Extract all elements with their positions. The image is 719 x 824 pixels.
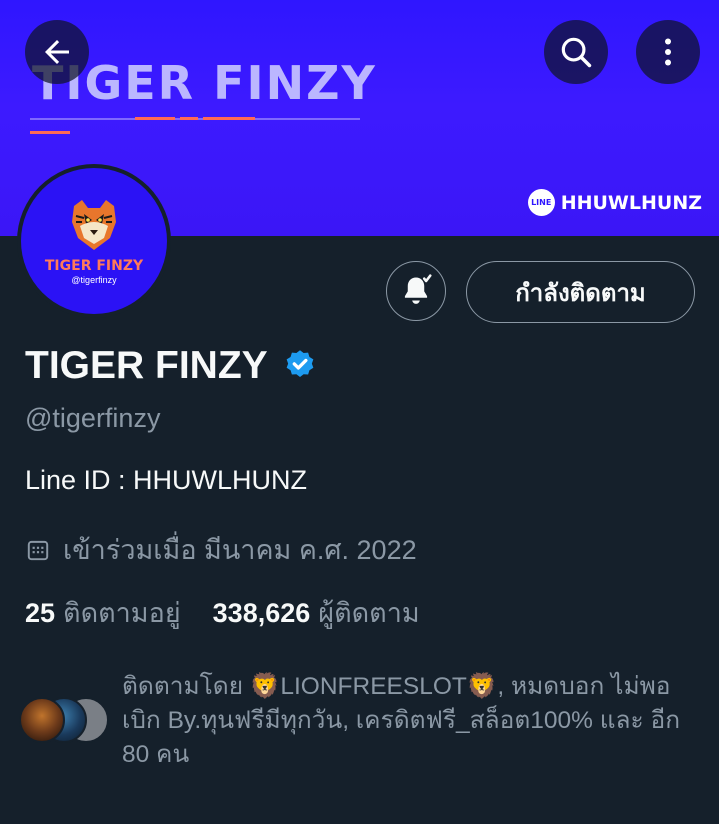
banner-dash <box>135 117 175 120</box>
profile-display-name: TIGER FINZY <box>25 344 318 388</box>
avatar-image: TIGER FINZY @tigerfinzy <box>21 168 167 314</box>
profile-avatar[interactable]: TIGER FINZY @tigerfinzy <box>17 164 171 318</box>
banner-dash <box>203 117 255 120</box>
following-count: 25 <box>25 598 56 628</box>
followers-you-know[interactable]: ติดตามโดย 🦁LIONFREESLOT🦁, หมดบอก ไม่พอเบ… <box>19 670 699 772</box>
avatar <box>19 697 65 743</box>
mutual-avatars <box>19 695 115 747</box>
more-options-button[interactable] <box>636 20 700 84</box>
next-section-edge <box>25 814 695 824</box>
profile-page: TIGER FINZY LINE HHUWLHUNZ TIGER FINZY @… <box>0 0 719 824</box>
arrow-left-icon <box>45 40 69 64</box>
banner-accent-line <box>30 131 70 134</box>
following-label: ติดตามอยู่ <box>63 598 181 628</box>
avatar-brand-name: TIGER FINZY <box>44 257 144 274</box>
calendar-icon <box>27 540 49 560</box>
line-id-text: HHUWLHUNZ <box>560 191 702 214</box>
banner-dash <box>180 117 198 120</box>
following-button[interactable]: กำลังติดตาม <box>466 261 695 323</box>
back-button[interactable] <box>25 20 89 84</box>
joined-date: เข้าร่วมเมื่อ มีนาคม ค.ศ. 2022 <box>25 528 417 571</box>
followers-count: 338,626 <box>212 598 311 628</box>
search-icon <box>561 37 592 68</box>
avatar-brand-handle: @tigerfinzy <box>71 274 117 285</box>
notifications-button[interactable] <box>386 261 446 321</box>
followed-by-text: ติดตามโดย 🦁LIONFREESLOT🦁, หมดบอก ไม่พอเบ… <box>122 673 681 768</box>
follow-stats: 25 ติดตามอยู่ 338,626 ผู้ติดตาม <box>25 591 420 634</box>
profile-bio: Line ID : HHUWLHUNZ <box>25 465 308 495</box>
followers-count-link[interactable]: 338,626 ผู้ติดตาม <box>213 591 420 634</box>
tiger-head-icon <box>72 199 116 250</box>
line-id-badge: LINE HHUWLHUNZ <box>527 189 702 216</box>
bell-check-icon <box>404 274 432 304</box>
joined-text: เข้าร่วมเมื่อ มีนาคม ค.ศ. 2022 <box>63 535 417 565</box>
following-count-link[interactable]: 25 ติดตามอยู่ <box>25 591 181 634</box>
search-button[interactable] <box>544 20 608 84</box>
display-name-text: TIGER FINZY <box>25 344 268 387</box>
profile-handle: @tigerfinzy <box>25 403 161 433</box>
line-logo-icon: LINE <box>527 189 555 216</box>
verified-badge-icon[interactable] <box>282 348 318 384</box>
more-vertical-icon <box>665 38 671 66</box>
followers-label: ผู้ติดตาม <box>318 598 420 628</box>
